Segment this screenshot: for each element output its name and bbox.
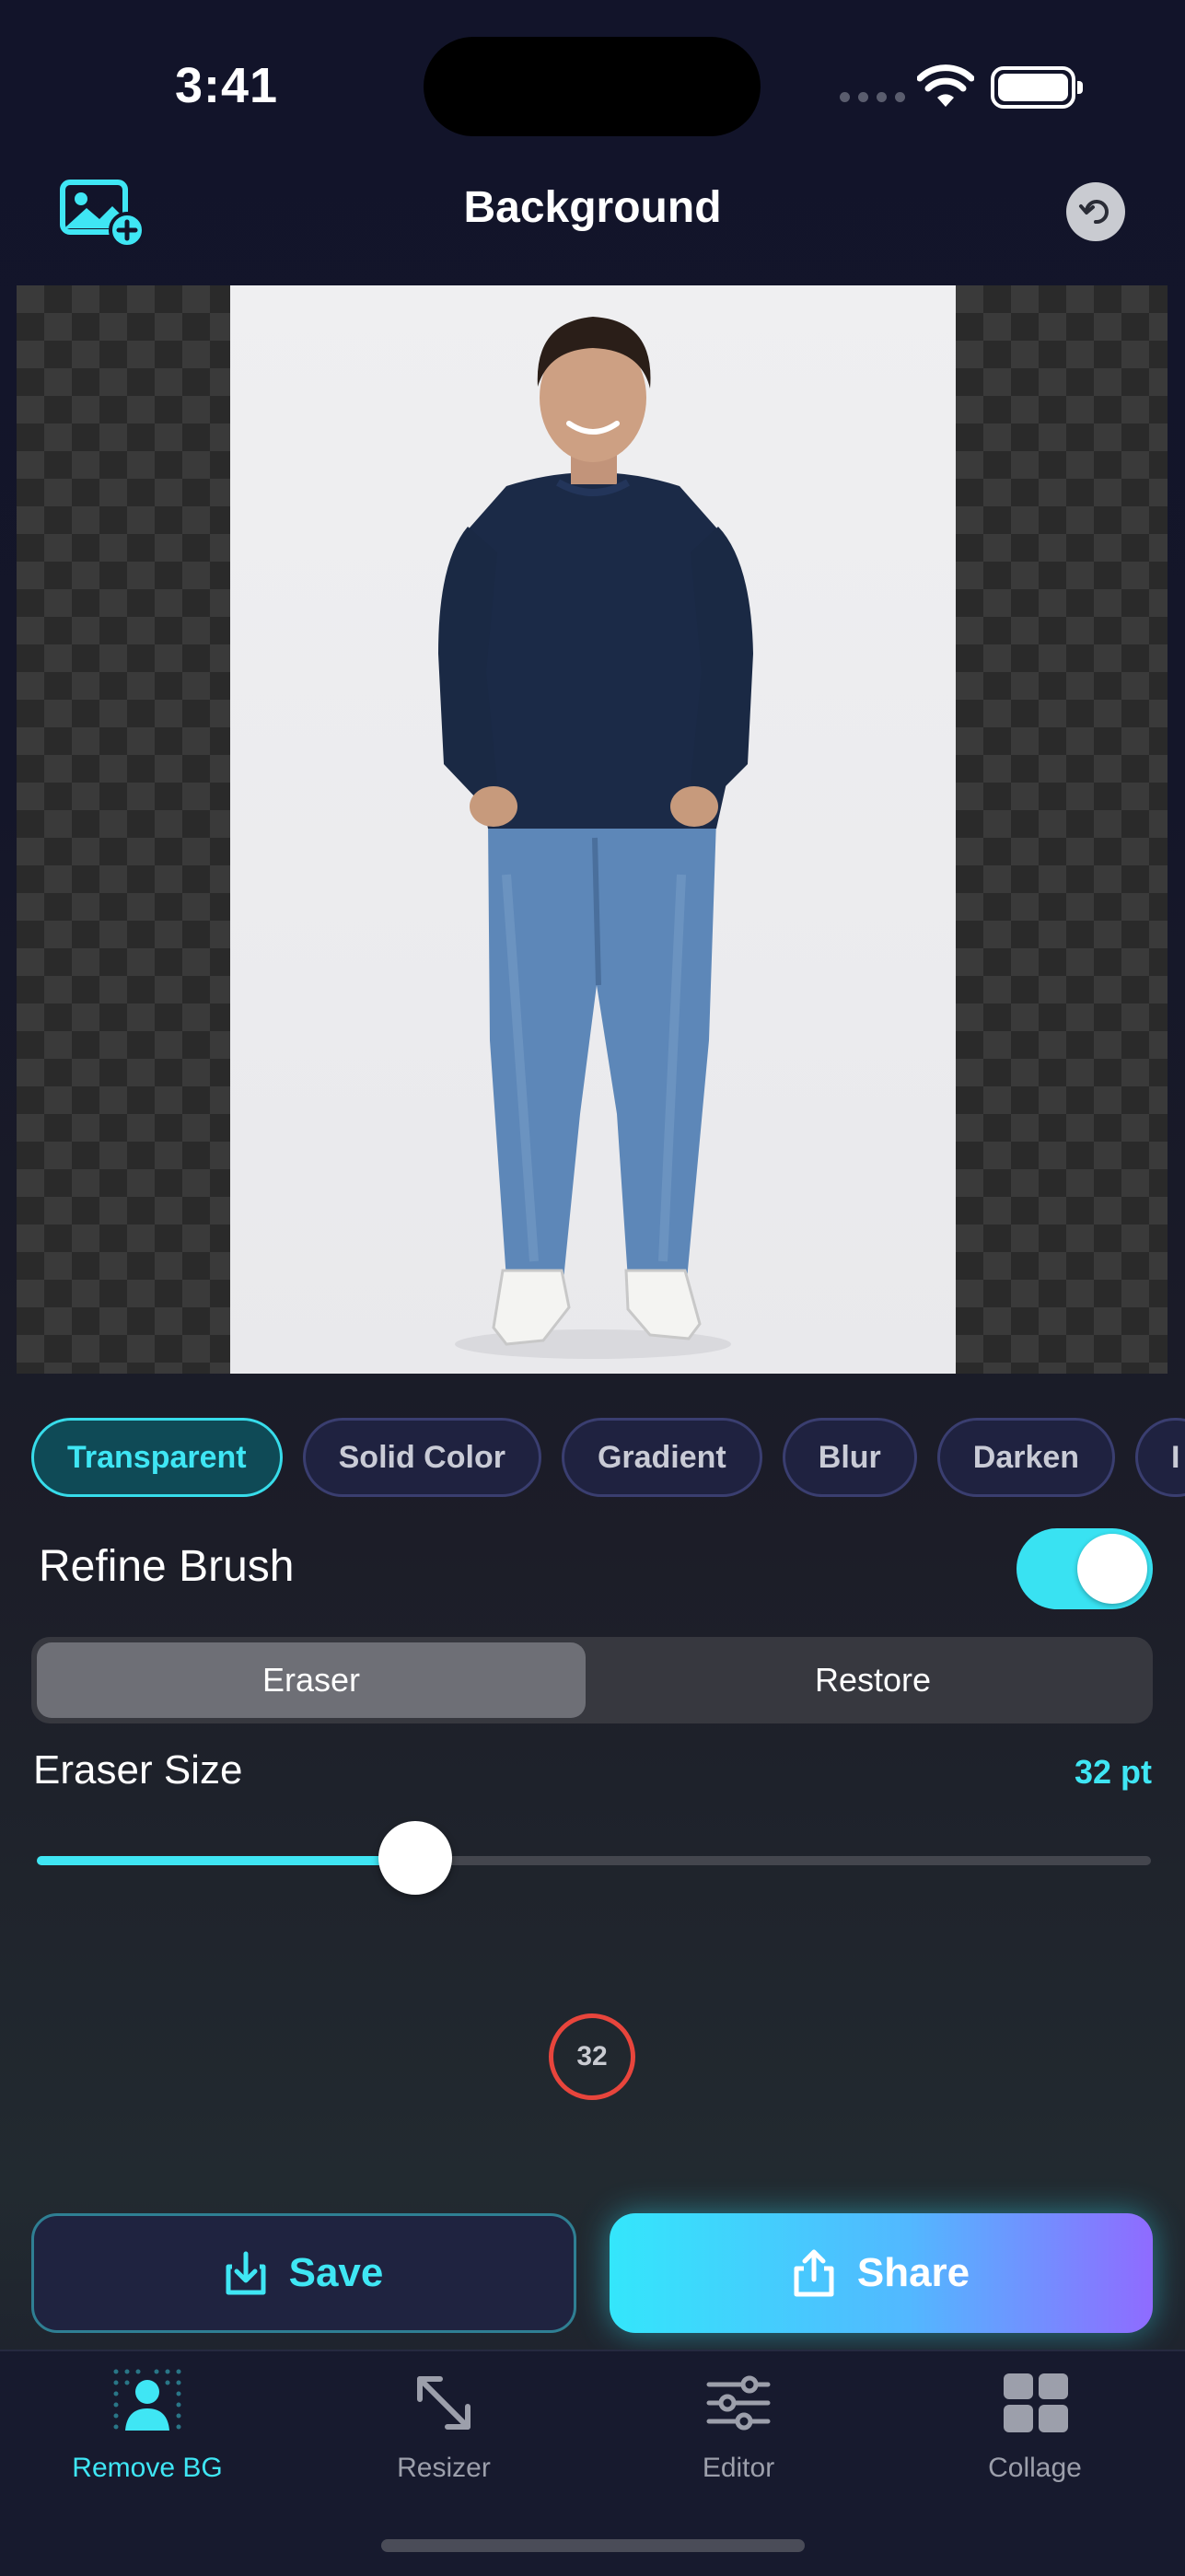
eraser-size-slider-fill [37,1856,416,1865]
battery-icon [991,66,1083,109]
tab-resizer[interactable]: Resizer [343,2366,545,2484]
refine-brush-toggle[interactable] [1017,1528,1153,1609]
background-options: Transparent Solid Color Gradient Blur Da… [31,1418,1185,1497]
eraser-size-label: Eraser Size [33,1747,243,1793]
refine-brush-label: Refine Brush [39,1542,295,1591]
resize-arrows-icon [417,2376,471,2430]
grid-icon [1004,2373,1068,2432]
wifi-icon [917,64,974,107]
tab-resizer-label: Resizer [397,2453,491,2483]
eraser-size-slider-thumb[interactable] [378,1821,453,1895]
subject-photo[interactable] [230,285,956,1374]
brush-mode-segmented-control: Eraser Restore [31,1637,1153,1723]
share-label: Share [856,2250,970,2295]
share-button[interactable]: Share [610,2213,1153,2333]
dynamic-island [424,37,761,136]
undo-icon [1079,200,1109,225]
tab-collage[interactable]: Collage [934,2366,1136,2484]
sliders-icon [706,2375,771,2431]
status-time: 3:41 [175,58,279,113]
person-figure [438,317,753,1359]
home-indicator [381,2539,805,2552]
chip-blur[interactable]: Blur [782,1418,917,1497]
undo-button[interactable] [1066,182,1125,241]
brush-size-preview: 32 [549,2013,635,2100]
tab-editor-label: Editor [702,2453,775,2483]
editing-canvas[interactable] [17,285,1168,1374]
eraser-size-value: 32 pt [1074,1753,1152,1791]
toggle-knob [1077,1534,1147,1604]
chip-solid-color[interactable]: Solid Color [302,1418,541,1497]
tab-remove-bg[interactable]: Remove BG [46,2366,249,2484]
share-icon [794,2249,834,2297]
tab-editor[interactable]: Editor [637,2366,840,2484]
save-button[interactable]: Save [31,2213,576,2333]
download-icon [226,2251,266,2295]
chip-gradient[interactable]: Gradient [561,1418,762,1497]
tab-remove-bg-label: Remove BG [72,2453,223,2483]
chip-transparent[interactable]: Transparent [31,1418,283,1497]
cellular-signal-icon [840,92,905,102]
page-title: Background [463,183,722,232]
person-remove-bg-icon [113,2369,181,2431]
eraser-size-slider-track[interactable] [37,1856,1151,1865]
chip-darken[interactable]: Darken [936,1418,1116,1497]
segment-restore[interactable]: Restore [598,1642,1147,1718]
segment-eraser[interactable]: Eraser [37,1642,586,1718]
save-label: Save [288,2250,384,2295]
chip-more[interactable]: I [1135,1418,1185,1497]
tab-collage-label: Collage [988,2453,1082,2483]
